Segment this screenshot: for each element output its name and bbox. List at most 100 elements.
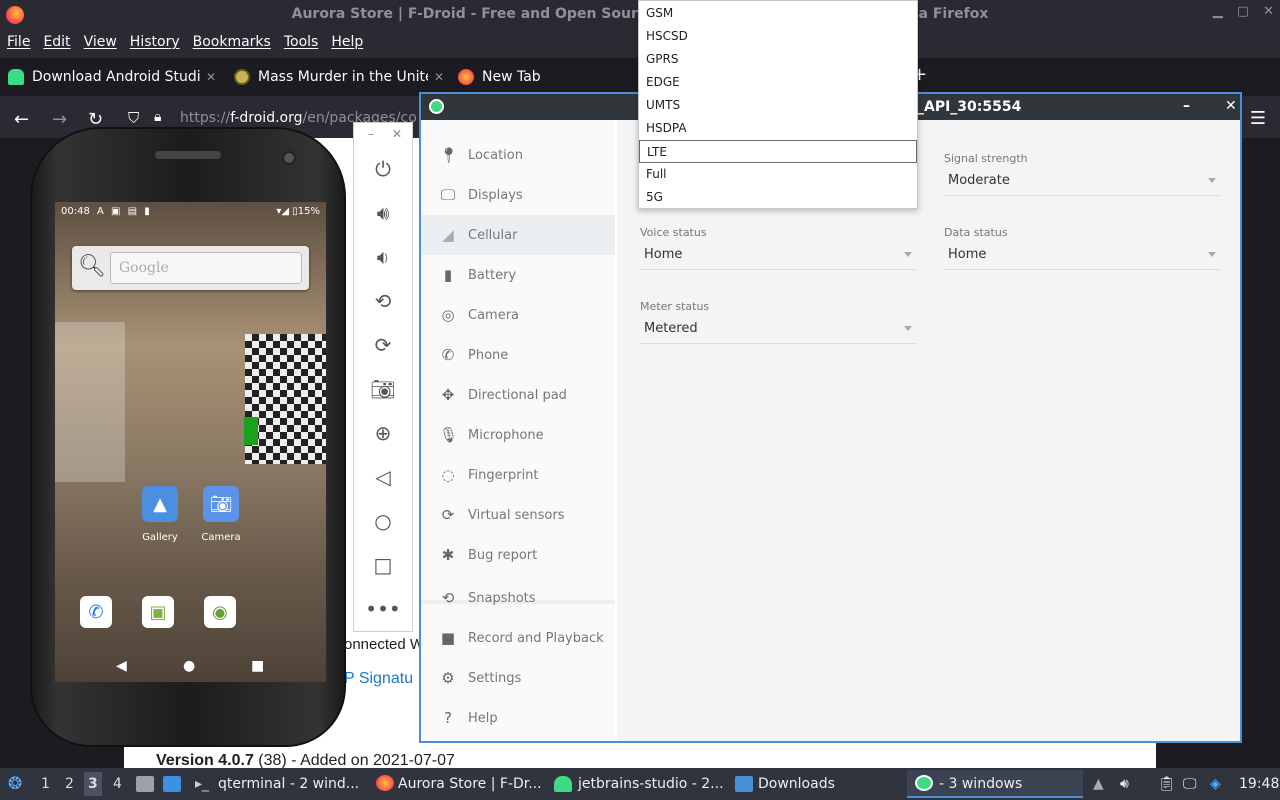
clipboard-tray-icon[interactable]: 📋︎ [1158,776,1176,792]
phone-back-icon[interactable]: ◀ [116,658,127,674]
extended-controls-sidebar: 📍︎ Location 🖵 Displays ◢ Cellular ▮ Battery … [421,120,615,741]
task-firefox[interactable]: Aurora Store | F-Dr... [398,776,542,792]
more-icon[interactable]: ••• [354,587,412,631]
clock[interactable]: 19:48 [1239,776,1279,792]
gallery-icon[interactable]: ▲ [142,486,178,522]
menu-file[interactable]: File [7,34,30,50]
phone-screen[interactable]: 00:48 A ▣ ▤ ▮ ▾◢ ▯15% 🔍︎ Google ▲ Galler… [55,202,326,682]
network-option-edge[interactable]: EDGE [639,71,917,94]
network-option-umts[interactable]: UMTS [639,94,917,117]
zoom-icon[interactable]: ⊕ [354,411,412,455]
ext-close-icon[interactable]: ✕ [1225,98,1237,114]
network-option-5g[interactable]: 5G [639,186,917,209]
sidebar-item-virtual-sensors[interactable]: ⟳ Virtual sensors [421,495,615,535]
workspace-3[interactable]: 3 [84,772,102,796]
toolbar-minimize-icon[interactable]: – [368,127,374,147]
sidebar-item-displays[interactable]: 🖵 Displays [421,175,615,215]
sidebar-item-settings[interactable]: ⚙ Settings [421,658,615,698]
menu-bookmarks[interactable]: Bookmarks [193,34,271,50]
signal-strength-label: Signal strength [944,152,1028,165]
sidebar-item-help[interactable]: ? Help [421,698,615,738]
menu-history[interactable]: History [130,34,180,50]
sidebar-item-record-playback[interactable]: ■ Record and Playback [421,618,615,658]
network-option-hscsd[interactable]: HSCSD [639,25,917,48]
meter-status-select[interactable]: Metered [640,316,916,344]
sidebar-item-battery[interactable]: ▮ Battery [421,255,615,295]
sidebar-item-fingerprint[interactable]: ◌ Fingerprint [421,455,615,495]
sidebar-item-directional-pad[interactable]: ✥ Directional pad [421,375,615,415]
sidebar-item-location[interactable]: 📍︎ Location [421,135,615,175]
minimize-icon[interactable]: ▁ [1213,4,1223,19]
close-icon[interactable]: ✕ [1263,4,1274,19]
start-menu-icon[interactable]: ❂ [8,774,22,794]
screen-tray-icon[interactable]: 🖵 [1183,776,1197,792]
network-option-full[interactable]: Full [639,163,917,186]
sidebar-item-cellular[interactable]: ◢ Cellular [421,215,615,255]
desktop-launcher-icon[interactable] [163,776,181,792]
meter-status-label: Meter status [640,300,710,313]
back-icon[interactable]: ← [14,109,29,130]
task-jetbrains-studio[interactable]: jetbrains-studio - 2... [578,776,724,792]
back-triangle-icon[interactable]: ◁ [354,455,412,499]
sidebar-item-bug-report[interactable]: ✱ Bug report [421,535,615,575]
google-search-box[interactable]: Google [110,252,302,284]
volume-tray-icon[interactable]: 🔊︎ [1120,776,1129,792]
ext-minimize-icon[interactable]: – [1183,98,1190,114]
volume-up-icon[interactable]: 🔊︎ [354,191,412,235]
power-icon[interactable]: ⏻ [354,147,412,191]
tab-mass-murder[interactable]: Mass Murder in the Unite ✕ [234,62,444,92]
network-option-gsm[interactable]: GSM [639,2,917,25]
rotate-left-icon[interactable]: ⟲ [354,279,412,323]
forward-icon[interactable]: → [52,109,67,130]
network-option-hsdpa[interactable]: HSDPA [639,117,917,140]
workspace-2[interactable]: 2 [65,776,74,792]
workspace-1[interactable]: 1 [41,776,50,792]
tab-close-icon[interactable]: ✕ [206,70,216,84]
tray-arrow-icon[interactable]: ▲ [1093,776,1104,792]
tab-label: New Tab [482,69,541,85]
tab-close-icon[interactable]: ✕ [434,70,444,84]
tab-new-tab[interactable]: New Tab [458,62,541,92]
file-manager-launcher-icon[interactable] [136,776,154,792]
screenshot-icon[interactable]: 📷︎ [354,367,412,411]
menu-tools[interactable]: Tools [284,34,319,50]
menu-edit[interactable]: Edit [43,34,70,50]
volume-down-icon[interactable]: 🔉︎ [354,235,412,279]
network-type-dropdown: GSM HSCSD GPRS EDGE UMTS HSDPA LTE Full … [638,0,918,209]
android-app-icon[interactable]: ◉ [204,596,236,628]
google-search-widget[interactable]: 🔍︎ Google [72,246,309,290]
network-option-lte[interactable]: LTE [639,140,917,163]
app-menu-icon[interactable]: ☰ [1250,108,1266,129]
tracking-shield-icon[interactable]: ⛉ [128,109,139,127]
tab-android-studio[interactable]: Download Android Studio ✕ [8,62,216,92]
dialer-icon[interactable]: ✆ [80,596,112,628]
android-icon [8,69,24,85]
task-qterminal[interactable]: qterminal - 2 wind... [218,776,359,792]
workspace-4[interactable]: 4 [113,776,122,792]
voice-status-select[interactable]: Home [640,242,916,270]
phone-home-icon[interactable]: ● [183,658,195,674]
home-circle-icon[interactable]: ○ [354,499,412,543]
monitor-icon: 🖵 [440,186,456,204]
task-emulator-windows[interactable]: - 3 windows [939,776,1022,792]
menu-help[interactable]: Help [331,34,363,50]
sidebar-item-microphone[interactable]: 🎙︎ Microphone [421,415,615,455]
update-tray-icon[interactable]: ◈ [1210,776,1221,792]
toolbar-close-icon[interactable]: ✕ [392,127,402,147]
rotate-right-icon[interactable]: ⟳ [354,323,412,367]
store-icon[interactable]: ▣ [142,596,174,628]
lock-icon[interactable]: 🔒︎ [154,109,161,125]
camera-app-icon[interactable]: 📷︎ [203,486,239,522]
network-option-gprs[interactable]: GPRS [639,48,917,71]
phone-recents-icon[interactable]: ■ [251,658,264,674]
sidebar-item-camera[interactable]: ◎ Camera [421,295,615,335]
menu-view[interactable]: View [84,34,117,50]
sidebar-item-phone[interactable]: ✆ Phone [421,335,615,375]
task-downloads[interactable]: Downloads [758,776,835,792]
maximize-icon[interactable]: ▢ [1237,4,1249,19]
sidebar-item-snapshots[interactable]: ⟲ Snapshots [421,578,615,618]
overview-square-icon[interactable]: □ [354,543,412,587]
data-status-select[interactable]: Home [944,242,1220,270]
signature-link[interactable]: P Signatu [344,670,413,688]
signal-strength-select[interactable]: Moderate [944,168,1220,196]
